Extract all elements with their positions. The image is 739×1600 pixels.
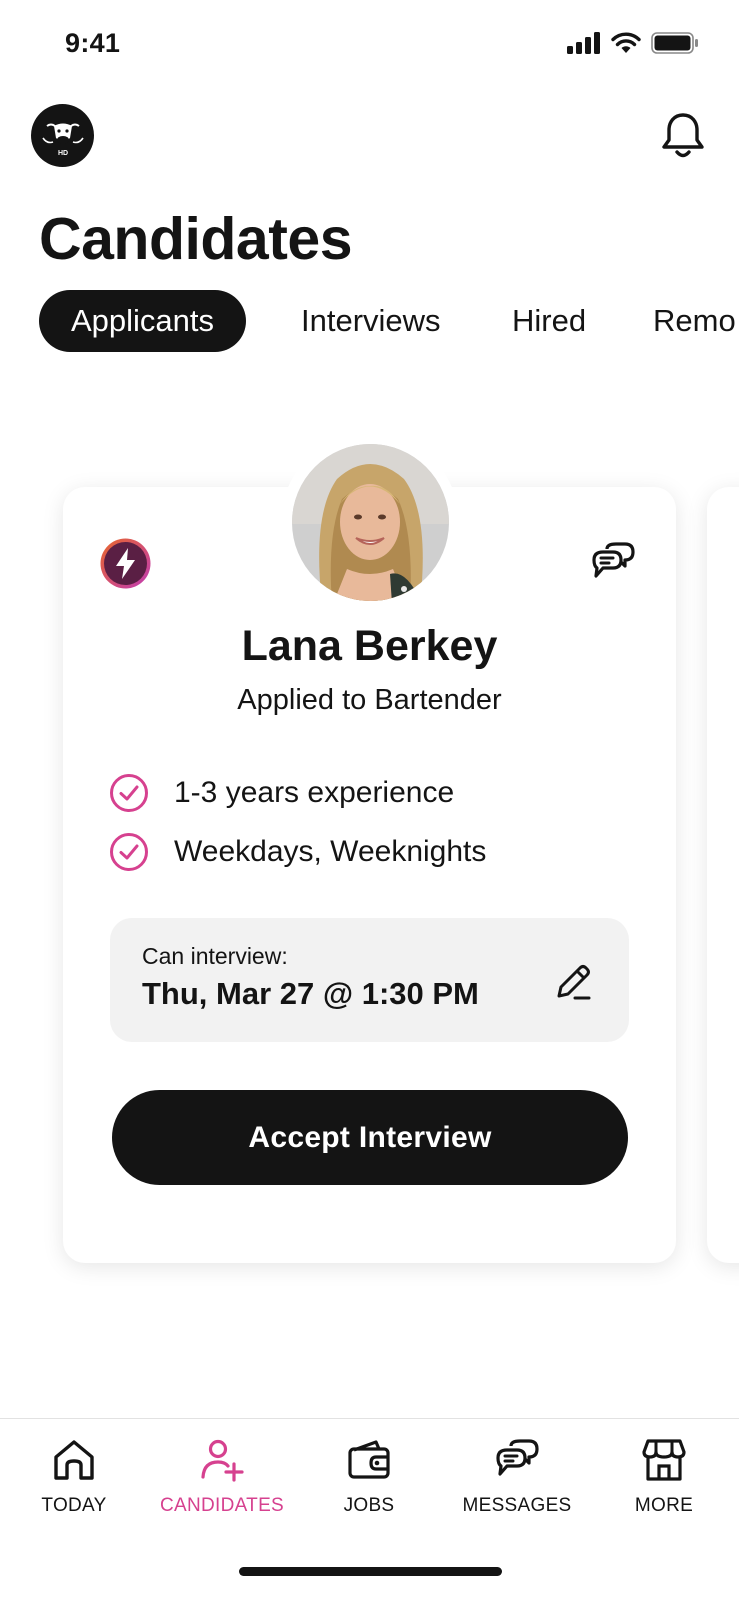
nav-label: TODAY: [41, 1495, 107, 1516]
nav-item-today[interactable]: TODAY: [0, 1437, 149, 1517]
home-icon: [54, 1440, 94, 1480]
qualification-text: 1-3 years experience: [174, 776, 455, 809]
check-circle-icon: [110, 774, 148, 812]
message-candidate-icon[interactable]: [591, 541, 635, 583]
candidate-name: Lana Berkey: [241, 622, 498, 670]
nav-label: CANDIDATES: [159, 1495, 285, 1516]
nav-label: JOBS: [343, 1495, 395, 1516]
nav-item-candidates[interactable]: CANDIDATES: [147, 1437, 297, 1517]
chat-bubbles-icon: [496, 1439, 539, 1476]
nav-item-jobs[interactable]: JOBS: [294, 1437, 444, 1517]
qualification-item: 1-3 years experience: [109, 773, 454, 813]
tab-interviews[interactable]: Interviews: [301, 290, 441, 352]
notifications-bell-icon[interactable]: [660, 111, 706, 161]
check-circle-icon: [110, 833, 148, 871]
home-indicator[interactable]: [239, 1567, 502, 1576]
tab-removed[interactable]: Remo: [653, 290, 736, 352]
qualification-item: Weekdays, Weeknights: [109, 832, 486, 872]
candidate-avatar: [292, 444, 449, 601]
candidate-tabs: Applicants Interviews Hired Remo: [39, 290, 739, 352]
page-title: Candidates: [39, 206, 353, 272]
wifi-icon: [611, 32, 641, 53]
interview-time: Thu, Mar 27 @ 1:30 PM: [142, 976, 479, 1011]
store-icon: [642, 1439, 686, 1481]
signal-icon: [567, 32, 600, 54]
nav-item-messages[interactable]: MESSAGES: [442, 1437, 592, 1517]
applied-position: Applied to Bartender: [237, 684, 502, 716]
svg-text:HD: HD: [57, 150, 67, 157]
nav-label: MORE: [634, 1495, 694, 1516]
edit-pencil-icon[interactable]: [553, 962, 593, 1002]
candidates-screen: 9:41 HD Candidates Applicants Interviews…: [0, 0, 739, 1600]
tab-hired[interactable]: Hired: [512, 290, 586, 352]
wallet-icon: [348, 1440, 390, 1479]
battery-icon: [651, 32, 698, 54]
interview-label: Can interview:: [142, 943, 288, 969]
nav-item-more[interactable]: MORE: [589, 1437, 739, 1517]
next-candidate-card[interactable]: [707, 487, 739, 1263]
nav-label: MESSAGES: [462, 1495, 572, 1516]
brand-logo[interactable]: HD: [31, 104, 94, 167]
tab-applicants[interactable]: Applicants: [39, 290, 247, 352]
status-icons: [567, 32, 699, 54]
status-time: 9:41: [65, 28, 121, 58]
add-person-icon: [201, 1439, 244, 1482]
cow-logo-icon: HD: [41, 123, 84, 157]
accept-interview-button[interactable]: Accept Interview: [112, 1090, 628, 1185]
interview-time-box: Can interview: Thu, Mar 27 @ 1:30 PM: [110, 918, 629, 1042]
quick-apply-bolt-icon: [100, 538, 151, 589]
qualification-text: Weekdays, Weeknights: [174, 835, 487, 868]
